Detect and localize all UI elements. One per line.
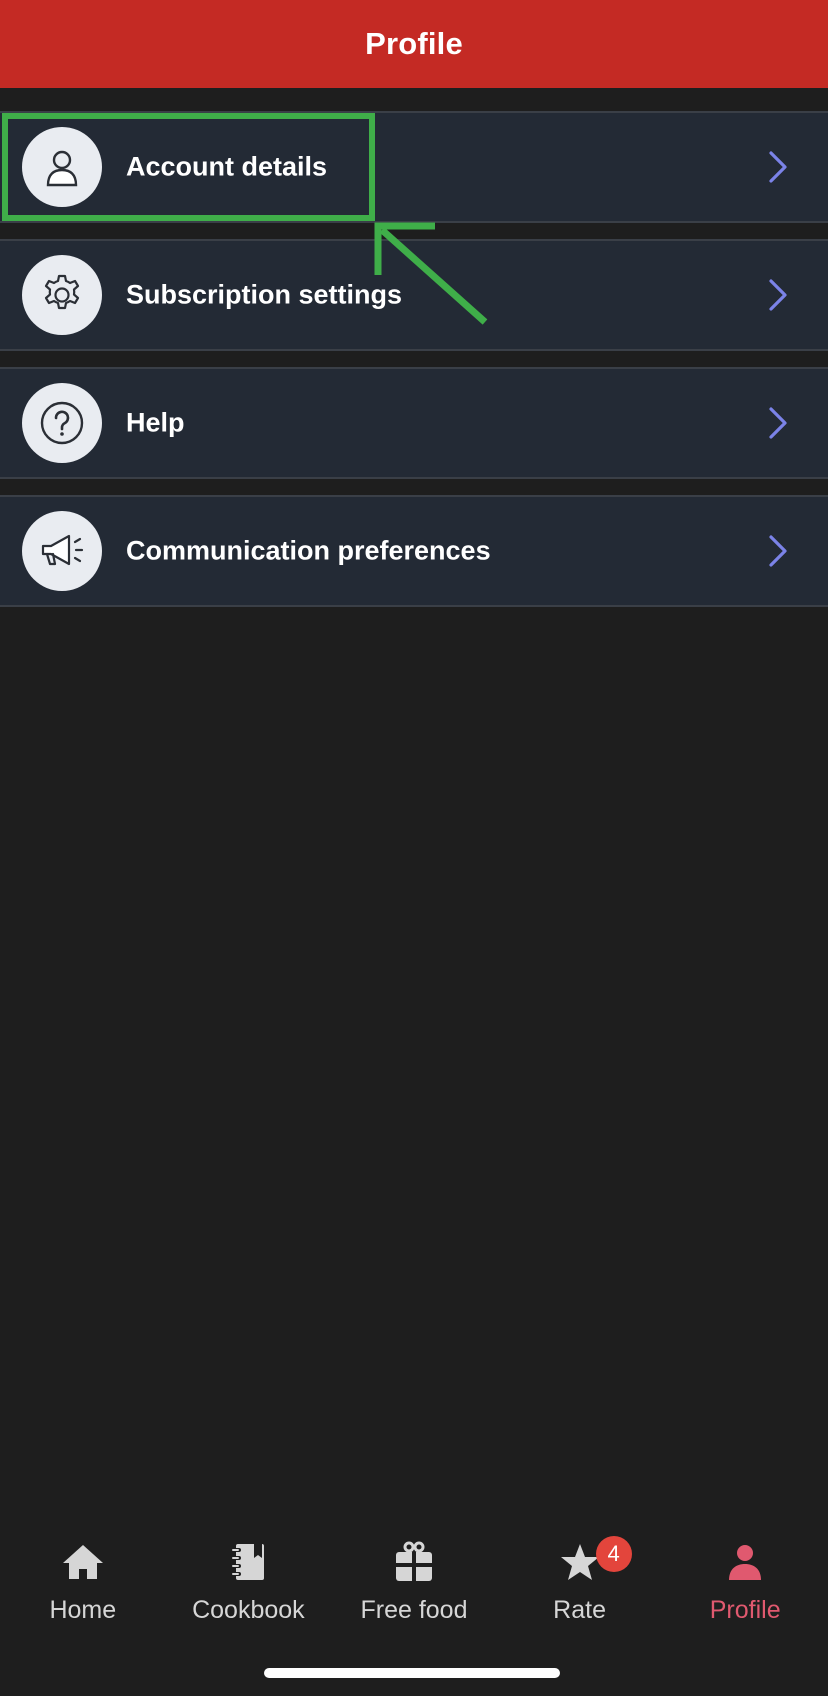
bottom-tab-bar: Home Cookbook Free food 4 Rate Profile (0, 1520, 828, 1630)
menu-item-subscription-settings[interactable]: Subscription settings (0, 239, 828, 351)
tab-rate[interactable]: 4 Rate (497, 1520, 663, 1630)
person-icon (22, 127, 102, 207)
gear-icon (22, 255, 102, 335)
tab-label: Cookbook (192, 1596, 305, 1624)
menu-item-label: Help (126, 407, 185, 438)
menu-item-help[interactable]: Help (0, 367, 828, 479)
tab-label: Rate (553, 1596, 606, 1624)
megaphone-icon (22, 511, 102, 591)
chevron-right-icon (764, 405, 792, 441)
page-title: Profile (365, 26, 463, 61)
profile-icon (721, 1540, 769, 1584)
chevron-right-icon (764, 277, 792, 313)
tab-label: Profile (709, 1596, 781, 1624)
top-bar: Profile (0, 0, 828, 88)
menu-item-label: Subscription settings (126, 279, 403, 310)
rate-badge: 4 (595, 1536, 632, 1572)
tab-cookbook[interactable]: Cookbook (166, 1520, 332, 1630)
tab-label: Free food (360, 1596, 468, 1624)
tab-profile[interactable]: Profile (662, 1520, 828, 1630)
menu-item-account-details[interactable]: Account details (0, 111, 828, 223)
chevron-right-icon (764, 149, 792, 185)
gift-icon (390, 1540, 438, 1584)
home-icon (59, 1540, 107, 1584)
tab-home[interactable]: Home (0, 1520, 166, 1630)
menu-item-label: Communication preferences (126, 535, 491, 566)
cookbook-icon (224, 1540, 272, 1584)
tab-free-food[interactable]: Free food (331, 1520, 497, 1630)
tab-label: Home (49, 1596, 117, 1624)
home-indicator[interactable] (264, 1668, 560, 1678)
menu-item-communication-preferences[interactable]: Communication preferences (0, 495, 828, 607)
menu-item-label: Account details (126, 151, 328, 182)
chevron-right-icon (764, 533, 792, 569)
profile-screen: Profile Account details Subscription set… (0, 0, 828, 1696)
question-icon (22, 383, 102, 463)
